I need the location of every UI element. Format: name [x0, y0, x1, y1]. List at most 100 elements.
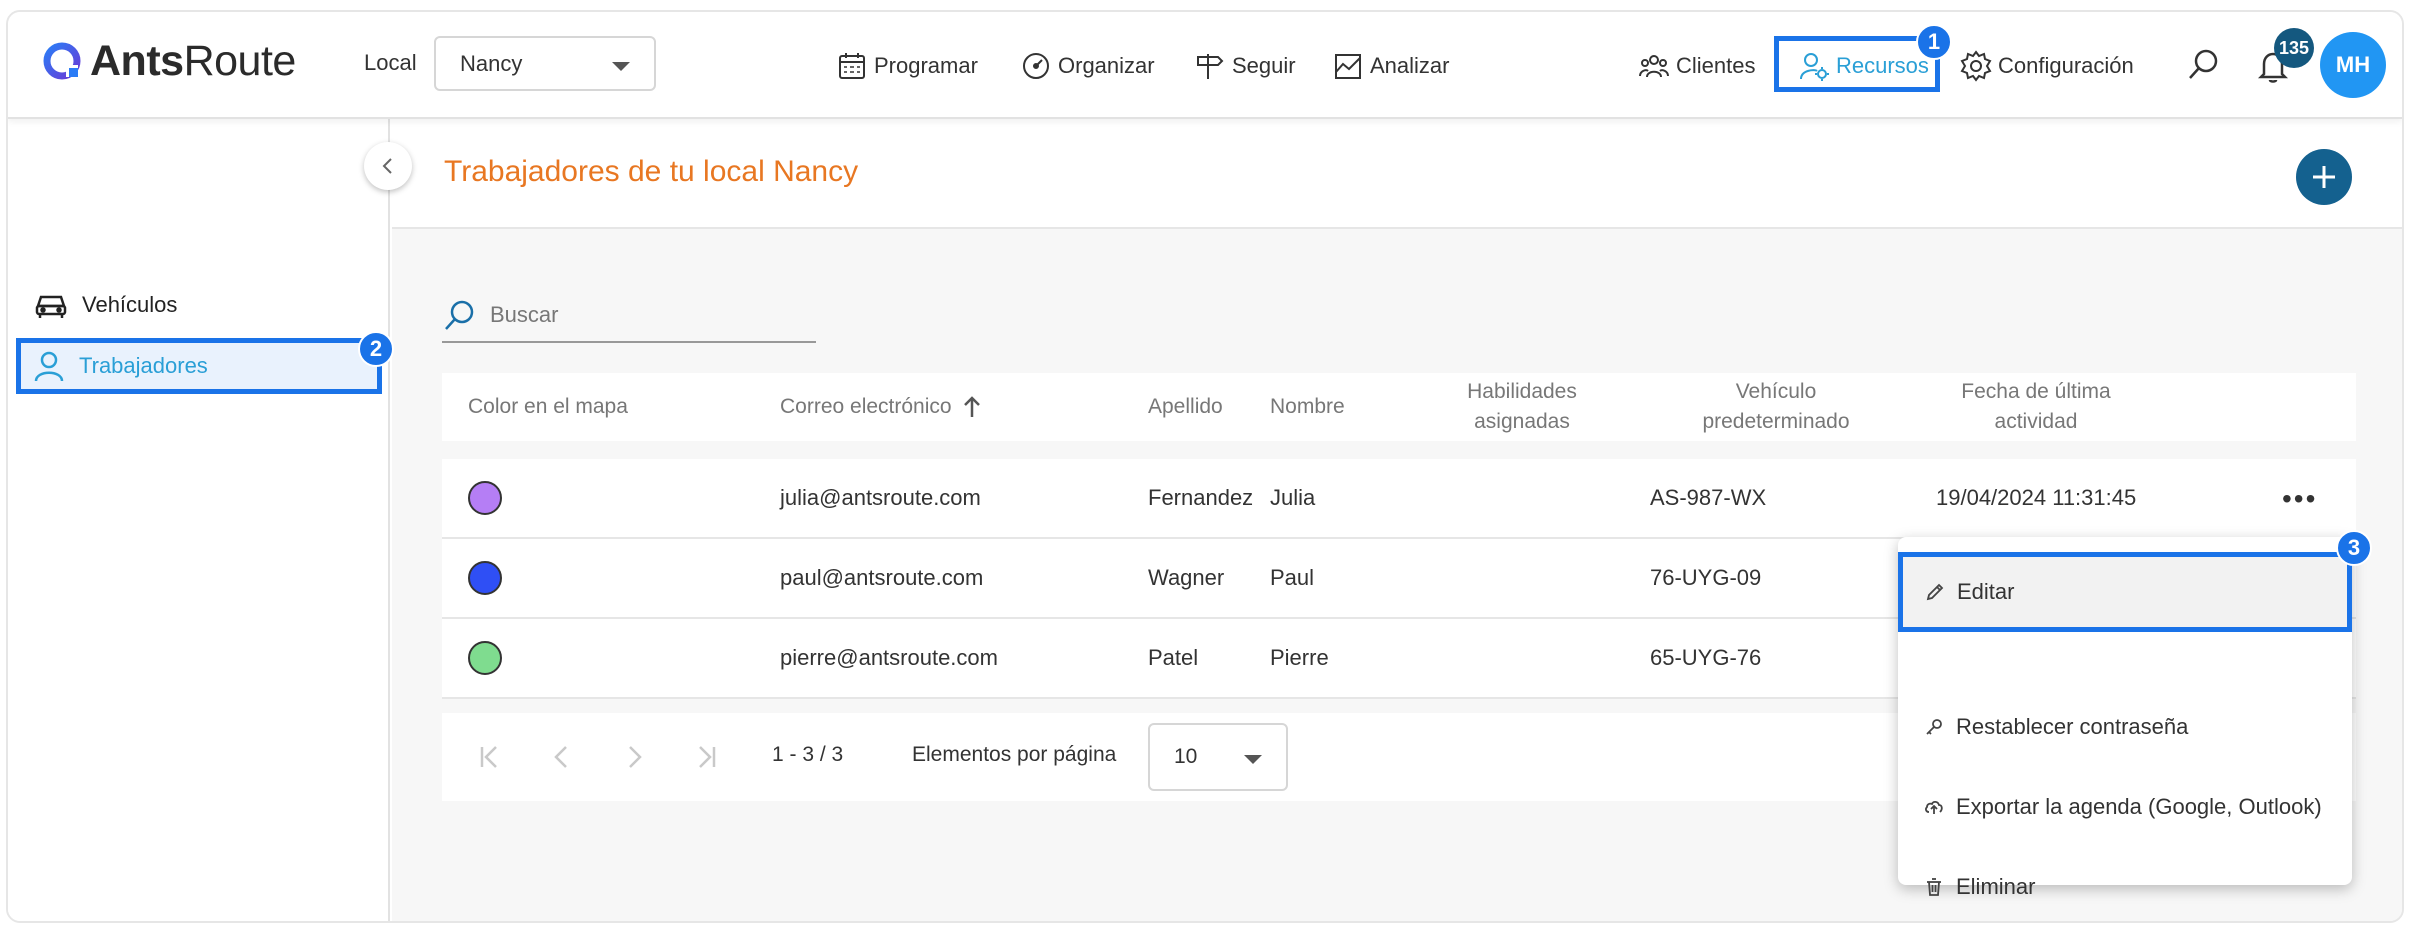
nav-configuracion-label: Configuración [1998, 53, 2134, 78]
cloud-upload-icon [1925, 800, 1943, 814]
cell-fecha: 19/04/2024 11:31:45 [1936, 485, 2137, 510]
cell-vehiculo: AS-987-WX [1650, 485, 1767, 510]
nav-clientes-label: Clientes [1676, 53, 1756, 78]
logo-text: AntsRoute [90, 36, 296, 85]
nav-recursos[interactable]: Recursos [1798, 46, 1929, 86]
logo[interactable]: AntsRoute [42, 36, 296, 86]
header-habilidades-line2: asignadas [1474, 410, 1570, 433]
nav-organizar-label: Organizar [1058, 53, 1155, 78]
chart-icon [1335, 54, 1361, 79]
last-page-icon[interactable] [690, 741, 722, 773]
pencil-icon [1926, 583, 1944, 601]
cell-email: julia@antsroute.com [780, 485, 981, 510]
signpost-icon [1197, 54, 1224, 79]
menu-item-label: Restablecer contraseña [1956, 714, 2189, 739]
more-options-icon[interactable]: ••• [2282, 483, 2317, 515]
step-badge-1: 1 [1916, 24, 1952, 60]
sidebar-item-label: Trabajadores [79, 353, 208, 378]
nav-organizar[interactable]: Organizar [1020, 46, 1155, 86]
main-header: Trabajadores de tu local Nancy [392, 119, 2402, 229]
header-color[interactable]: Color en el mapa [468, 373, 628, 441]
trash-icon [1927, 878, 1941, 896]
search-icon[interactable] [2186, 46, 2222, 82]
nav-recursos-label: Recursos [1836, 53, 1929, 78]
page-title: Trabajadores de tu local Nancy [444, 155, 859, 188]
cell-vehiculo: 76-UYG-09 [1650, 565, 1762, 590]
header-fecha[interactable]: Fecha de última actividad [1936, 373, 2136, 441]
step-badge-2: 2 [358, 331, 394, 367]
per-page-select[interactable]: 10 [1148, 723, 1288, 791]
cell-vehiculo: 65-UYG-76 [1650, 645, 1762, 670]
nav-analizar-label: Analizar [1370, 53, 1450, 78]
sidebar-item-vehiculos[interactable]: Vehículos [34, 285, 177, 325]
menu-item-label: Editar [1957, 579, 2015, 604]
nav-programar[interactable]: Programar [836, 46, 978, 86]
step-badge-3: 3 [2336, 530, 2372, 566]
cell-nombre: Pierre [1270, 645, 1329, 670]
header-fecha-line1: Fecha de última [1961, 380, 2111, 403]
key-icon [1926, 719, 1942, 735]
menu-item-delete[interactable]: Eliminar [1898, 847, 2352, 921]
search-input[interactable]: Buscar [490, 302, 558, 328]
cell-apellido: Wagner [1148, 565, 1225, 590]
table-row[interactable]: julia@antsroute.com Fernandez Julia AS-9… [442, 459, 2356, 539]
cell-nombre: Julia [1270, 485, 1316, 510]
nav-configuracion[interactable]: Configuración [1960, 46, 2134, 86]
antsroute-logo-icon [43, 42, 81, 80]
app-frame: AntsRoute Local Nancy Programar Organiza… [6, 10, 2404, 923]
chevron-down-icon [612, 62, 630, 71]
color-dot [468, 641, 502, 675]
header-vehiculo[interactable]: Vehículo predeterminado [1676, 373, 1876, 441]
header-vehiculo-line2: predeterminado [1702, 410, 1850, 433]
notification-count-badge: 135 [2274, 28, 2314, 68]
per-page-value: 10 [1174, 745, 1198, 768]
menu-item-reset-password[interactable]: Restablecer contraseña [1898, 687, 2352, 767]
menu-item-label: Exportar la agenda (Google, Outlook) [1956, 794, 2322, 819]
gear-icon [1960, 50, 1992, 82]
collapse-sidebar-button[interactable] [364, 142, 412, 190]
arrow-up-icon [963, 396, 980, 417]
search-icon [445, 300, 474, 330]
nav-seguir-label: Seguir [1232, 53, 1296, 78]
menu-item-export-agenda[interactable]: Exportar la agenda (Google, Outlook) [1898, 767, 2352, 847]
car-icon [35, 295, 67, 318]
sidebar-item-label: Vehículos [82, 292, 178, 317]
chevron-left-icon [382, 158, 392, 174]
prev-page-icon[interactable] [546, 741, 578, 773]
per-page-label: Elementos por página [912, 743, 1117, 766]
header-fecha-line2: actividad [1994, 410, 2078, 433]
header-habilidades[interactable]: Habilidades asignadas [1422, 373, 1622, 441]
sidebar: Vehículos Trabajadores 2 [8, 119, 394, 921]
header-email-label: Correo electrónico [780, 395, 952, 418]
calendar-icon [839, 53, 865, 79]
nav-analizar[interactable]: Analizar [1332, 46, 1449, 86]
menu-item-edit[interactable]: Editar [1898, 552, 2352, 632]
header-apellido[interactable]: Apellido [1148, 373, 1223, 441]
user-gear-icon [1800, 53, 1829, 81]
local-select-value: Nancy [460, 50, 523, 76]
first-page-icon[interactable] [474, 741, 506, 773]
speedometer-icon [1023, 53, 1049, 79]
header-nombre[interactable]: Nombre [1270, 373, 1345, 441]
sidebar-item-trabajadores[interactable]: Trabajadores [16, 338, 382, 394]
color-dot [468, 561, 502, 595]
header-email[interactable]: Correo electrónico [780, 373, 982, 441]
search-field[interactable]: Buscar [442, 289, 816, 343]
header-vehiculo-line1: Vehículo [1735, 380, 1817, 403]
cell-nombre: Paul [1270, 565, 1315, 590]
header-habilidades-line1: Habilidades [1467, 380, 1577, 403]
cell-apellido: Fernandez [1148, 485, 1254, 510]
cell-apellido: Patel [1148, 645, 1199, 670]
next-page-icon[interactable] [618, 741, 650, 773]
local-select[interactable]: Nancy [434, 36, 656, 91]
add-worker-button[interactable] [2296, 149, 2352, 205]
local-label: Local [364, 50, 417, 75]
nav-seguir[interactable]: Seguir [1194, 46, 1296, 86]
nav-clientes[interactable]: Clientes [1638, 46, 1755, 86]
top-bar: AntsRoute Local Nancy Programar Organiza… [8, 12, 2402, 119]
nav-programar-label: Programar [874, 53, 978, 78]
avatar[interactable]: MH [2320, 32, 2386, 98]
chevron-down-icon [1244, 755, 1262, 764]
menu-item-label: Eliminar [1956, 874, 2036, 899]
plus-icon [2313, 166, 2335, 188]
